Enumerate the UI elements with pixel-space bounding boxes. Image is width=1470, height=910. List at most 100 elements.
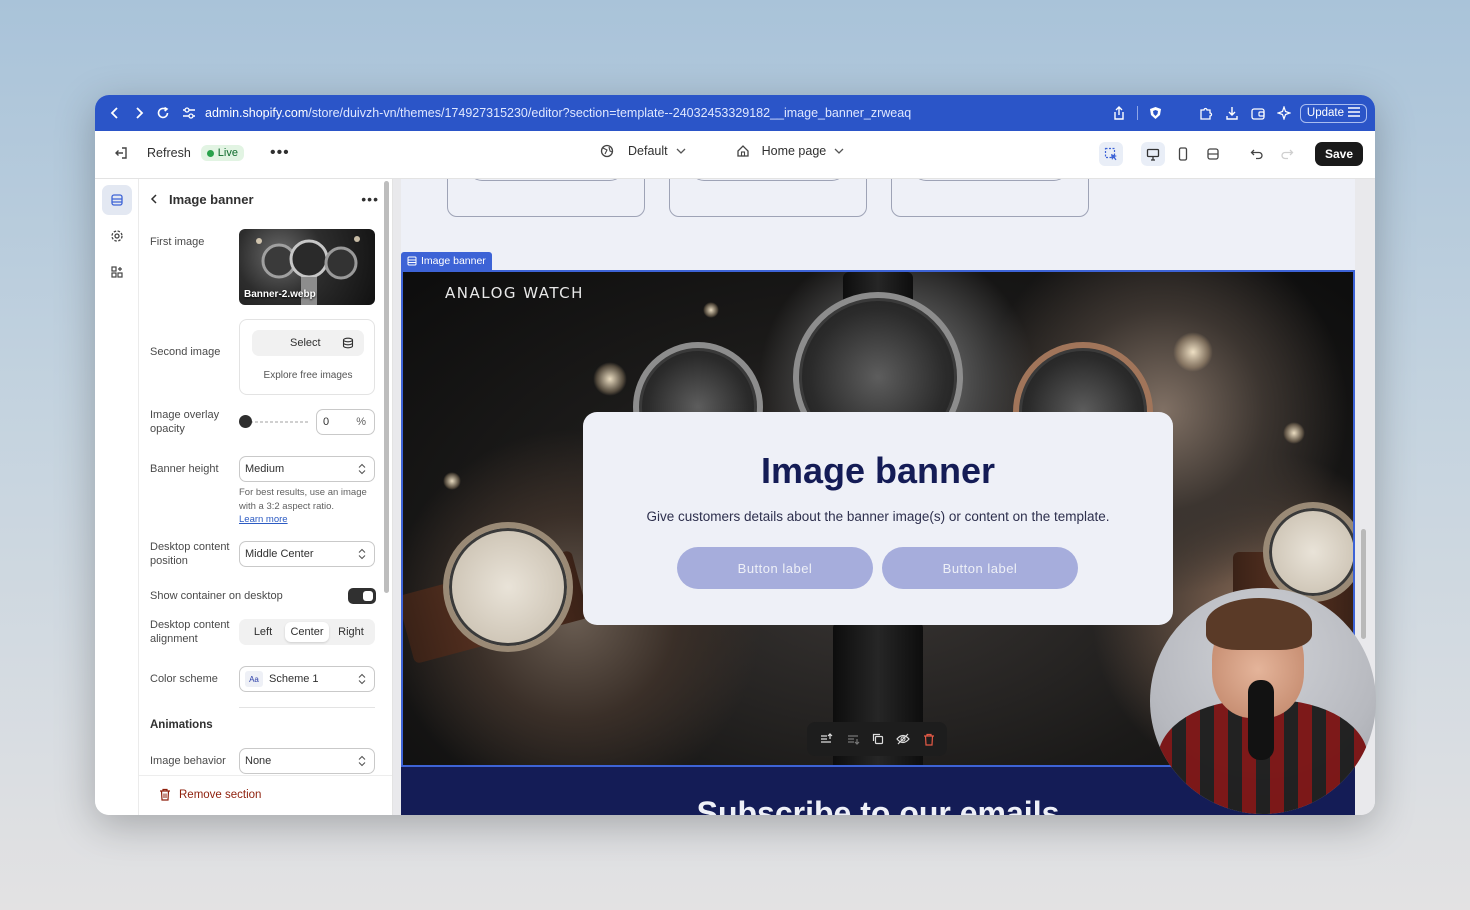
back-icon[interactable] bbox=[103, 101, 127, 125]
desktop-position-select[interactable]: Middle Center bbox=[239, 541, 375, 567]
overlay-opacity-control: 0 % bbox=[239, 409, 375, 435]
image-behavior-label: Image behavior bbox=[150, 755, 226, 767]
second-image-dropzone: Select Explore free images bbox=[239, 319, 375, 395]
chevron-down-icon bbox=[834, 147, 844, 155]
banner-buttons: Button label Button label bbox=[677, 547, 1078, 589]
theme-selector[interactable]: Default bbox=[628, 144, 668, 158]
site-settings-icon[interactable] bbox=[181, 105, 197, 121]
panel-title: Image banner bbox=[169, 191, 254, 207]
live-dot-icon bbox=[206, 149, 214, 157]
url-host: admin.shopify.com bbox=[205, 106, 309, 120]
page-selector[interactable]: Home page bbox=[762, 144, 827, 158]
home-icon bbox=[736, 144, 750, 158]
apps-icon[interactable] bbox=[102, 257, 132, 287]
previous-section-cards bbox=[447, 179, 1089, 217]
fullscreen-icon[interactable] bbox=[1201, 142, 1225, 166]
preview-card[interactable] bbox=[447, 179, 645, 217]
section-tag-icon bbox=[407, 256, 417, 266]
show-container-toggle[interactable] bbox=[348, 588, 376, 604]
reload-icon[interactable] bbox=[151, 101, 175, 125]
sections-icon[interactable] bbox=[102, 185, 132, 215]
alignment-segmented-control: Left Center Right bbox=[239, 619, 375, 645]
toggle-switch[interactable] bbox=[348, 588, 376, 604]
update-label: Update bbox=[1306, 107, 1344, 119]
inspector-icon[interactable] bbox=[1098, 142, 1123, 166]
color-scheme-select[interactable]: Aa Scheme 1 bbox=[239, 666, 375, 692]
menu-icon bbox=[1348, 106, 1360, 120]
redo-icon[interactable] bbox=[1275, 142, 1299, 166]
learn-more-link[interactable]: Learn more bbox=[239, 514, 288, 525]
first-image-label: First image bbox=[150, 236, 205, 248]
address-bar[interactable]: admin.shopify.com/store/duivzh-vn/themes… bbox=[181, 105, 1111, 121]
alignment-right[interactable]: Right bbox=[329, 622, 373, 642]
move-up-icon[interactable] bbox=[819, 733, 833, 745]
select-image-button[interactable]: Select bbox=[252, 330, 364, 356]
panel-more-button[interactable]: ••• bbox=[361, 191, 379, 207]
exit-icon[interactable] bbox=[111, 143, 131, 163]
alignment-left[interactable]: Left bbox=[241, 622, 285, 642]
url-path: /store/duivzh-vn/themes/174927315230/edi… bbox=[308, 106, 912, 120]
select-arrows-icon bbox=[358, 548, 366, 560]
chevron-down-icon bbox=[676, 147, 686, 155]
image-behavior-select[interactable]: None bbox=[239, 748, 375, 774]
download-icon[interactable] bbox=[1224, 105, 1240, 121]
banner-height-help: For best results, use an image with a 3:… bbox=[239, 486, 379, 527]
leo-icon[interactable] bbox=[1276, 105, 1292, 121]
overlay-opacity-value: 0 bbox=[323, 416, 330, 428]
alignment-center[interactable]: Center bbox=[285, 622, 329, 642]
extensions-icon[interactable] bbox=[1198, 105, 1214, 121]
wallet-icon[interactable] bbox=[1250, 105, 1266, 121]
preview-scrollbar[interactable] bbox=[1361, 529, 1366, 639]
color-scheme-field: Aa Scheme 1 bbox=[239, 666, 375, 692]
chevron-left-icon[interactable] bbox=[149, 193, 159, 205]
move-down-icon[interactable] bbox=[846, 733, 860, 745]
globe-icon bbox=[600, 144, 614, 158]
brave-shield-icon[interactable] bbox=[1148, 105, 1164, 121]
editor-topbar: Refresh Live ••• Default Home page Save bbox=[95, 131, 1375, 179]
undo-icon[interactable] bbox=[1245, 142, 1269, 166]
desktop-position-field: Middle Center bbox=[239, 541, 375, 567]
explore-free-images-link[interactable]: Explore free images bbox=[240, 370, 376, 381]
overlay-opacity-input[interactable]: 0 % bbox=[316, 409, 375, 435]
section-floating-toolbar bbox=[807, 722, 947, 756]
first-image-picker[interactable]: Banner-2.webp bbox=[239, 229, 375, 305]
preview-card[interactable] bbox=[891, 179, 1089, 217]
microphone bbox=[1248, 680, 1274, 760]
second-image-picker: Select Explore free images bbox=[239, 319, 375, 395]
live-badge: Live bbox=[200, 145, 244, 161]
live-label: Live bbox=[217, 147, 238, 159]
trash-icon[interactable] bbox=[923, 733, 935, 746]
remove-section-button[interactable]: Remove section bbox=[159, 788, 261, 801]
save-button[interactable]: Save bbox=[1314, 142, 1363, 166]
duplicate-icon[interactable] bbox=[872, 733, 884, 745]
select-arrows-icon bbox=[358, 463, 366, 475]
banner-button-2[interactable]: Button label bbox=[882, 547, 1078, 589]
webcam-person-hair bbox=[1206, 598, 1312, 650]
banner-content-card[interactable]: Image banner Give customers details abou… bbox=[583, 412, 1173, 625]
desktop-icon[interactable] bbox=[1140, 142, 1165, 166]
mobile-icon[interactable] bbox=[1171, 142, 1195, 166]
hide-icon[interactable] bbox=[896, 733, 911, 745]
panel-scrollbar[interactable] bbox=[384, 181, 389, 593]
section-tag[interactable]: Image banner bbox=[401, 252, 492, 270]
select-arrows-icon bbox=[358, 755, 366, 767]
overlay-slider-knob[interactable] bbox=[239, 415, 252, 428]
panel-divider bbox=[239, 707, 375, 708]
desktop-position-value: Middle Center bbox=[245, 548, 314, 560]
overlay-opacity-slider[interactable] bbox=[245, 421, 309, 423]
color-scheme-chip: Aa bbox=[245, 671, 263, 687]
more-actions-button[interactable]: ••• bbox=[270, 144, 290, 162]
banner-brand-text: ANALOG WATCH bbox=[445, 284, 584, 302]
preview-card[interactable] bbox=[669, 179, 867, 217]
first-image-thumbnail[interactable]: Banner-2.webp bbox=[239, 229, 375, 305]
stack-icon bbox=[342, 337, 354, 349]
forward-icon[interactable] bbox=[127, 101, 151, 125]
banner-height-select[interactable]: Medium bbox=[239, 456, 375, 482]
settings-icon[interactable] bbox=[102, 221, 132, 251]
banner-height-value: Medium bbox=[245, 463, 285, 475]
overlay-opacity-label: Image overlay opacity bbox=[150, 409, 220, 435]
banner-button-1[interactable]: Button label bbox=[677, 547, 873, 589]
share-icon[interactable] bbox=[1111, 105, 1127, 121]
refresh-button[interactable]: Refresh bbox=[147, 146, 191, 160]
update-button[interactable]: Update bbox=[1299, 103, 1367, 123]
